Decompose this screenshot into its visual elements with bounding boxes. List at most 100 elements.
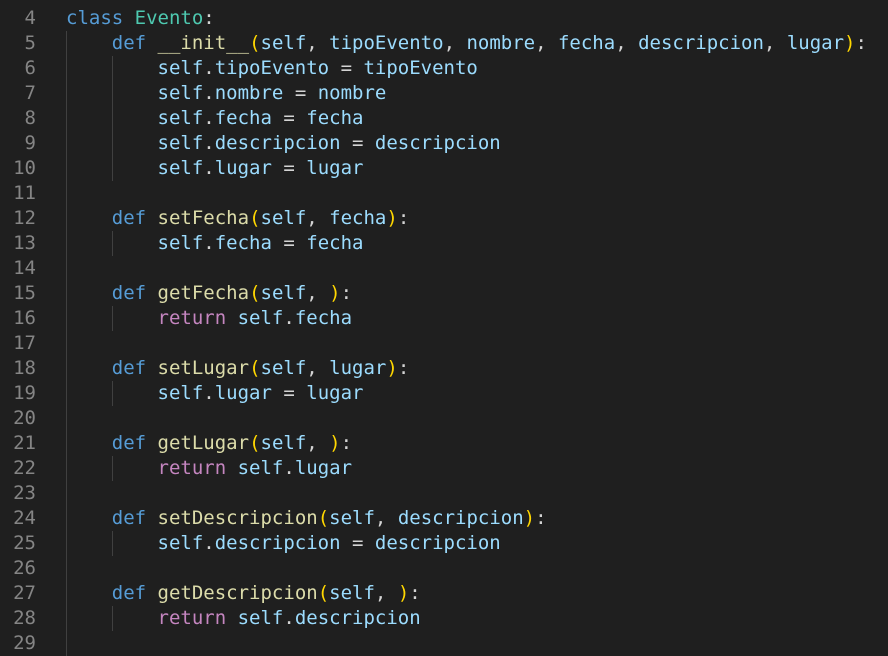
self-token: self xyxy=(157,382,204,404)
code-text[interactable]: def setFecha(self, fecha): xyxy=(66,206,410,231)
variable-token: lugar xyxy=(306,382,364,404)
line-number: 10 xyxy=(13,157,36,179)
code-line[interactable]: 10 self.lugar = lugar xyxy=(0,156,363,181)
bracket-token: ( xyxy=(249,282,261,304)
keyword-token: def xyxy=(111,507,147,529)
code-line[interactable]: 19 self.lugar = lugar xyxy=(0,381,363,406)
control-keyword-token: return xyxy=(157,307,227,329)
line-number: 20 xyxy=(13,407,36,429)
line-number: 5 xyxy=(24,32,36,54)
code-line[interactable]: 21 def getLugar(self, ): xyxy=(0,431,352,456)
variable-token: fecha xyxy=(214,107,272,129)
variable-token: descripcion xyxy=(397,507,524,529)
bracket-token: ( xyxy=(317,507,330,529)
code-text[interactable]: def __init__(self, tipoEvento, nombre, f… xyxy=(66,31,867,56)
code-editor[interactable]: 4 class Evento: 5 def __init__(self, tipoE… xyxy=(0,0,888,656)
variable-token: fecha xyxy=(294,307,353,329)
code-line[interactable]: 25 self.descripcion = descripcion xyxy=(0,531,501,556)
code-text[interactable]: self.fecha = fecha xyxy=(66,106,364,131)
code-text[interactable]: self.nombre = nombre xyxy=(66,81,387,106)
self-token: self xyxy=(260,282,307,304)
code-line[interactable]: 23 xyxy=(0,481,36,506)
self-token: self xyxy=(157,532,204,554)
control-keyword-token: return xyxy=(157,457,227,479)
code-line[interactable]: 11 xyxy=(0,181,36,206)
code-text[interactable]: self.tipoEvento = tipoEvento xyxy=(66,56,478,81)
code-text[interactable]: class Evento: xyxy=(66,6,215,31)
variable-token: fecha xyxy=(214,232,272,254)
code-line[interactable]: 6 self.tipoEvento = tipoEvento xyxy=(0,56,478,81)
code-text[interactable]: self.descripcion = descripcion xyxy=(66,131,501,156)
code-line[interactable]: 12 def setFecha(self, fecha): xyxy=(0,206,409,231)
class-name-token: Evento xyxy=(134,7,204,29)
code-line[interactable]: 28 return self.descripcion xyxy=(0,606,421,631)
text-token: : xyxy=(397,357,410,379)
code-text[interactable]: def setLugar(self, lugar): xyxy=(66,356,410,381)
code-line[interactable]: 5 def __init__(self, tipoEvento, nombre,… xyxy=(0,31,867,56)
code-line[interactable]: 7 self.nombre = nombre xyxy=(0,81,387,106)
keyword-token: def xyxy=(111,432,147,454)
self-token: self xyxy=(329,507,375,529)
text-token: , xyxy=(443,32,467,54)
line-number: 18 xyxy=(13,357,36,379)
line-number: 28 xyxy=(13,607,36,629)
text-token: , xyxy=(306,32,330,54)
code-line[interactable]: 27 def getDescripcion(self, ): xyxy=(0,581,421,606)
code-text[interactable]: self.lugar = lugar xyxy=(66,156,364,181)
code-line[interactable]: 29 xyxy=(0,631,36,656)
text-token: : xyxy=(340,432,353,454)
code-line[interactable]: 22 return self.lugar xyxy=(0,456,352,481)
code-line[interactable]: 9 self.descripcion = descripcion xyxy=(0,131,501,156)
variable-token: descripcion xyxy=(294,607,421,629)
code-text[interactable]: self.lugar = lugar xyxy=(66,381,364,406)
code-line[interactable]: 4 class Evento: xyxy=(0,6,215,31)
variable-token: nombre xyxy=(317,82,387,104)
code-text[interactable]: def getDescripcion(self, ): xyxy=(66,581,421,606)
line-number: 6 xyxy=(24,57,36,79)
code-text[interactable]: return self.lugar xyxy=(66,456,353,481)
line-number: 19 xyxy=(13,382,36,404)
self-token: self xyxy=(260,207,307,229)
function-name-token: setLugar xyxy=(157,357,250,379)
code-text[interactable]: self.fecha = fecha xyxy=(66,231,364,256)
code-line[interactable]: 20 xyxy=(0,406,36,431)
code-line[interactable]: 13 self.fecha = fecha xyxy=(0,231,363,256)
code-text[interactable]: def getFecha(self, ): xyxy=(66,281,352,306)
code-text[interactable]: def getLugar(self, ): xyxy=(66,431,352,456)
code-line[interactable]: 26 xyxy=(0,556,36,581)
bracket-token: ) xyxy=(523,507,536,529)
code-text[interactable]: return self.fecha xyxy=(66,306,353,331)
code-text[interactable]: def setDescripcion(self, descripcion): xyxy=(66,506,547,531)
code-line[interactable]: 17 xyxy=(0,331,36,356)
code-line[interactable]: 8 self.fecha = fecha xyxy=(0,106,364,131)
variable-token: lugar xyxy=(306,157,364,179)
code-line[interactable]: 15 def getFecha(self, ): xyxy=(0,281,352,306)
line-number: 23 xyxy=(13,482,36,504)
keyword-token: def xyxy=(111,282,147,304)
line-number: 12 xyxy=(13,207,36,229)
code-line[interactable]: 16 return self.fecha xyxy=(0,306,352,331)
text-token: , xyxy=(306,207,330,229)
keyword-token: def xyxy=(111,32,147,54)
code-line[interactable]: 14 xyxy=(0,256,36,281)
code-line[interactable]: 18 def setLugar(self, lugar): xyxy=(0,356,409,381)
text-token: . xyxy=(203,157,215,179)
code-text[interactable]: return self.descripcion xyxy=(66,606,421,631)
text-token: . xyxy=(283,307,295,329)
text-token: = xyxy=(283,82,318,104)
code-text[interactable]: self.descripcion = descripcion xyxy=(66,531,501,556)
code-line[interactable]: 24 def setDescripcion(self, descripcion)… xyxy=(0,506,546,531)
bracket-token: ( xyxy=(249,432,261,454)
self-token: self xyxy=(157,107,204,129)
